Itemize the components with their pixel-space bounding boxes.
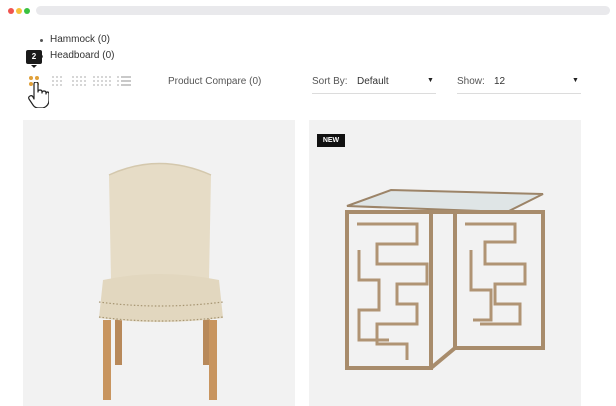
browser-chrome xyxy=(0,0,616,22)
address-bar[interactable] xyxy=(36,6,610,15)
grid-5-icon[interactable] xyxy=(93,76,113,86)
product-card[interactable] xyxy=(23,120,295,406)
category-item[interactable]: Headboard (0) xyxy=(38,48,114,64)
show-label: Show: xyxy=(457,76,485,87)
show-value: 12 xyxy=(494,76,506,87)
sort-label: Sort By: xyxy=(312,76,348,87)
side-table-image xyxy=(345,188,545,370)
browser-window: Hammock (0) Headboard (0) 2 Product Comp… xyxy=(0,0,616,406)
pointer-hand-icon xyxy=(28,82,49,108)
grid-3-icon[interactable] xyxy=(52,76,64,86)
product-compare-link[interactable]: Product Compare (0) xyxy=(168,76,261,87)
chair-image xyxy=(98,162,224,400)
list-view-icon[interactable] xyxy=(117,76,131,86)
minimize-dot-icon[interactable] xyxy=(16,8,22,14)
view-tooltip: 2 xyxy=(26,50,42,68)
product-toolbar: Product Compare (0) Sort By: Default ▼ S… xyxy=(0,70,616,96)
grid-4-icon[interactable] xyxy=(72,76,88,86)
close-dot-icon[interactable] xyxy=(8,8,14,14)
caret-down-icon: ▼ xyxy=(572,77,579,84)
show-select[interactable]: Show: 12 ▼ xyxy=(457,70,581,94)
caret-down-icon: ▼ xyxy=(427,77,434,84)
sort-select[interactable]: Sort By: Default ▼ xyxy=(312,70,436,94)
category-item[interactable]: Hammock (0) xyxy=(38,32,114,48)
sort-value: Default xyxy=(357,76,389,87)
maximize-dot-icon[interactable] xyxy=(24,8,30,14)
product-card[interactable]: NEW xyxy=(309,120,581,406)
category-list: Hammock (0) Headboard (0) xyxy=(38,32,114,64)
